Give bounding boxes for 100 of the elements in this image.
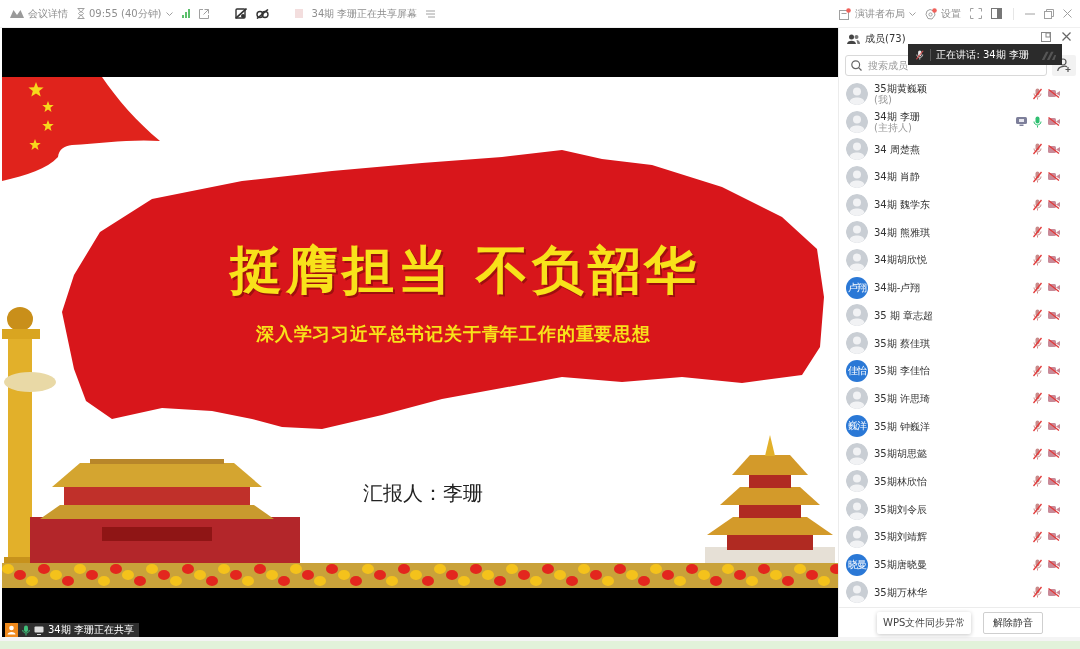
mic-muted-icon[interactable] <box>1033 170 1042 183</box>
avatar-icon <box>846 165 868 188</box>
mic-icon <box>22 624 30 636</box>
sharing-notice: 34期 李珊正在共享屏幕 <box>311 6 418 21</box>
camera-off-icon[interactable] <box>1048 200 1060 210</box>
member-name: 35期 李佳怡 <box>874 365 930 377</box>
avatar-icon <box>846 110 868 133</box>
mic-muted-icon[interactable] <box>1033 309 1042 322</box>
member-name: 34期 魏学东 <box>874 199 930 211</box>
layout-icon <box>839 7 851 20</box>
unmute-button[interactable]: 解除静音 <box>983 611 1044 634</box>
member-name: 34 周楚燕 <box>874 143 920 155</box>
mic-muted-icon[interactable] <box>1033 198 1042 211</box>
screen-icon <box>34 625 44 635</box>
mic-muted-icon[interactable] <box>1033 586 1042 599</box>
camera-off-icon[interactable] <box>1048 560 1060 570</box>
avatar-icon <box>846 470 868 493</box>
camera-off-icon[interactable] <box>1048 227 1060 237</box>
people-icon <box>847 34 860 44</box>
mic-muted-icon[interactable] <box>1033 87 1042 100</box>
avatar-icon <box>846 248 868 271</box>
camera-off-icon[interactable] <box>1048 172 1060 182</box>
member-name: 35期唐晓曼 <box>874 559 927 571</box>
camera-off-icon[interactable] <box>1048 421 1060 431</box>
camera-off-icon[interactable] <box>1048 144 1060 154</box>
camera-off-icon[interactable] <box>1048 366 1060 376</box>
member-name: 35期 许思琦 <box>874 392 930 404</box>
mic-muted-icon <box>916 48 924 61</box>
camera-off-icon[interactable] <box>1048 89 1060 99</box>
camera-off-icon[interactable] <box>1048 117 1060 127</box>
camera-off-icon[interactable] <box>1048 587 1060 597</box>
slide-title: 挺膺担当 不负韶华 <box>230 239 701 301</box>
settings-icon <box>925 7 937 20</box>
mic-muted-icon[interactable] <box>1033 337 1042 350</box>
caret-icon <box>165 11 173 16</box>
mic-muted-icon[interactable] <box>1033 226 1042 239</box>
camera-off-icon[interactable] <box>1048 393 1060 403</box>
hourglass-icon <box>77 8 85 19</box>
camera-off-icon[interactable] <box>1048 283 1060 293</box>
member-avatar: 晓曼 <box>846 553 868 576</box>
speaker-layout-button[interactable]: 演讲者布局 <box>839 6 916 21</box>
camera-off-icon[interactable] <box>1048 255 1060 265</box>
member-name: 35期 钟巍洋 <box>874 420 930 432</box>
add-person-icon <box>1057 58 1071 72</box>
member-name: 34期 熊雅琪 <box>874 226 930 238</box>
mic-muted-icon[interactable] <box>1033 558 1042 571</box>
member-name: 35 期 章志超 <box>874 309 934 321</box>
caret-icon <box>909 11 916 16</box>
camera-off-icon[interactable] <box>1048 338 1060 348</box>
close-icon[interactable] <box>1063 9 1072 18</box>
slashed-glasses-icon[interactable] <box>255 8 269 19</box>
signal-icon[interactable] <box>181 9 190 18</box>
camera-off-icon[interactable] <box>1048 504 1060 514</box>
mic-muted-icon[interactable] <box>1033 530 1042 543</box>
camera-off-icon[interactable] <box>1048 476 1060 486</box>
panel-title: 成员(73) <box>865 32 906 46</box>
mic-icon[interactable] <box>1033 115 1042 128</box>
avatar-icon <box>846 221 868 244</box>
mic-muted-icon[interactable] <box>1033 420 1042 433</box>
member-name: 34期胡欣悦 <box>874 254 927 266</box>
camera-off-icon[interactable] <box>1048 449 1060 459</box>
member-name: 35期林欣怡 <box>874 475 927 487</box>
slashed-document-icon[interactable] <box>234 8 247 19</box>
meeting-details-button[interactable]: 会议详情 <box>10 6 68 21</box>
avatar-icon <box>846 82 868 105</box>
avatar-icon <box>846 387 868 410</box>
camera-off-icon[interactable] <box>1048 310 1060 320</box>
screen-share-icon[interactable] <box>1016 117 1027 127</box>
logo-icon <box>10 9 24 18</box>
mic-muted-icon[interactable] <box>1033 253 1042 266</box>
mic-muted-icon[interactable] <box>1033 447 1042 460</box>
member-avatar: 巍洋 <box>846 415 868 438</box>
member-name: 34期-卢翔 <box>874 282 921 294</box>
member-avatar: 佳怡 <box>846 359 868 382</box>
avatar-icon <box>846 498 868 521</box>
mic-muted-icon[interactable] <box>1033 364 1042 377</box>
member-name: 35期万林华 <box>874 586 927 598</box>
mic-muted-icon[interactable] <box>1033 143 1042 156</box>
meeting-time-button[interactable]: 09:55 (40分钟) <box>77 6 173 21</box>
mic-muted-icon[interactable] <box>1033 503 1042 516</box>
member-role: (主持人) <box>874 121 912 133</box>
sharing-badge-text: 34期 李珊正在共享 <box>48 624 134 636</box>
external-link-icon[interactable] <box>198 8 209 19</box>
avatar-icon <box>846 193 868 216</box>
search-icon <box>851 59 862 71</box>
settings-button[interactable]: 设置 <box>925 6 961 21</box>
avatar-icon <box>846 332 868 355</box>
avatar-icon <box>846 304 868 327</box>
fullscreen-icon[interactable] <box>970 8 982 19</box>
camera-off-icon[interactable] <box>1048 532 1060 542</box>
member-name: 34期 肖静 <box>874 171 920 183</box>
member-name: 35期刘令辰 <box>874 503 927 515</box>
mic-muted-icon[interactable] <box>1033 281 1042 294</box>
restore-icon[interactable] <box>1044 8 1054 19</box>
close-icon[interactable] <box>1062 32 1071 41</box>
mic-muted-icon[interactable] <box>1033 392 1042 405</box>
avatar-icon <box>846 525 868 548</box>
popout-icon[interactable] <box>1041 32 1051 42</box>
side-panel-icon[interactable] <box>991 8 1002 19</box>
mic-muted-icon[interactable] <box>1033 475 1042 488</box>
